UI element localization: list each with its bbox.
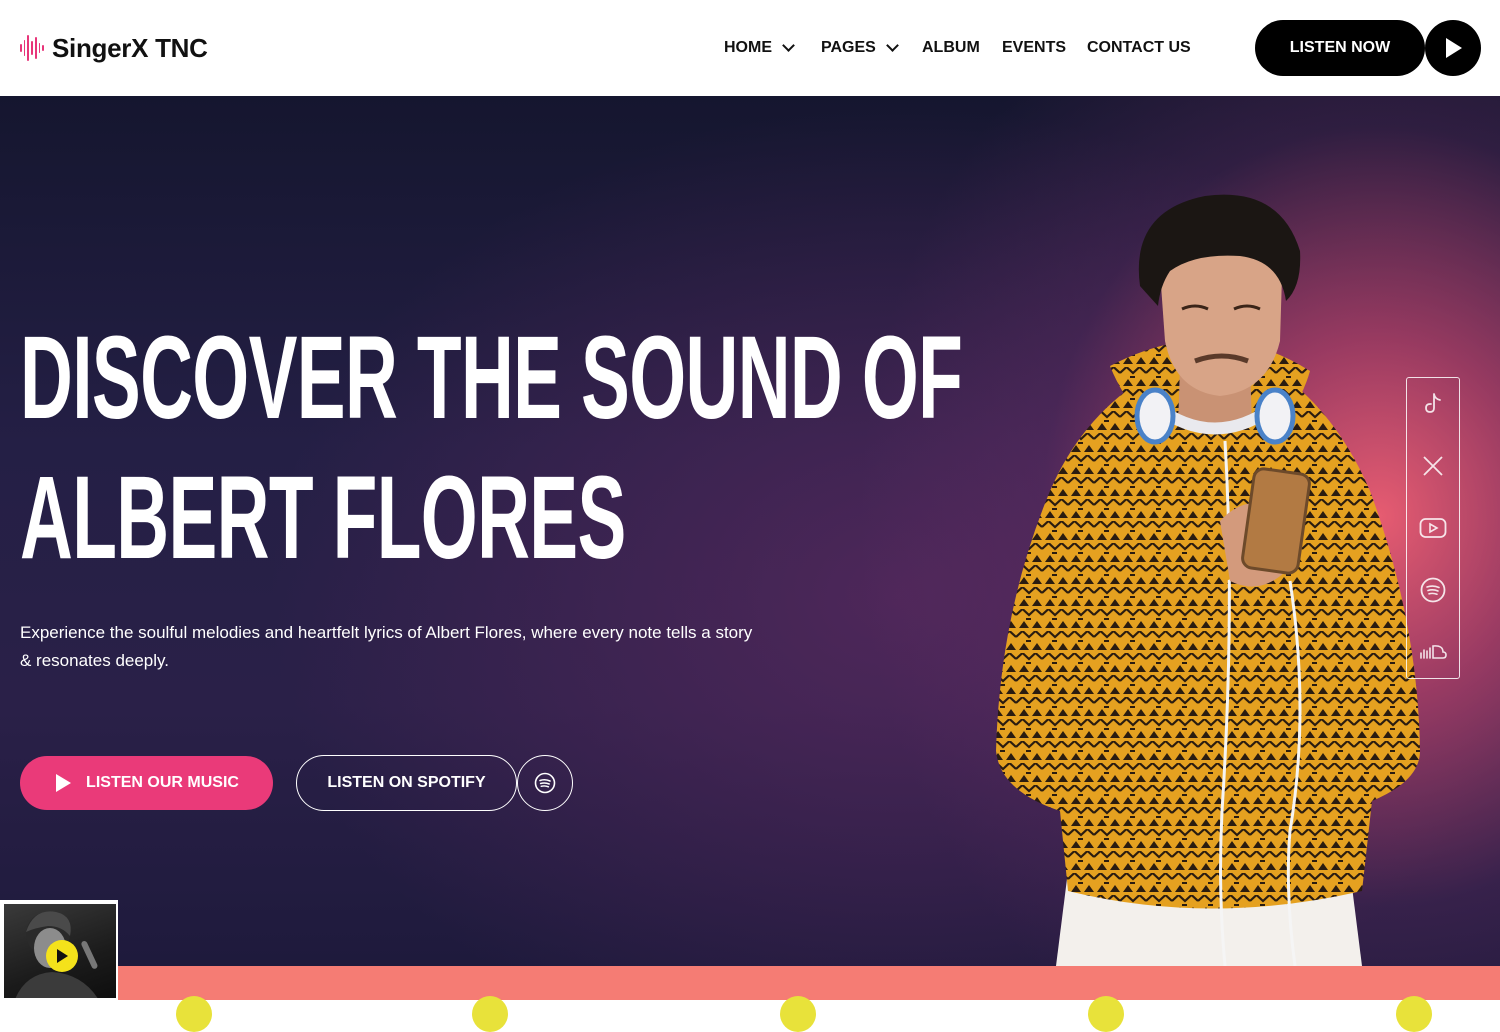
hero-title-line2: ALBERT FLORES (20, 452, 626, 584)
listen-our-music-button[interactable]: LISTEN OUR MUSIC (20, 756, 273, 810)
hero-title-line1: DISCOVER THE SOUND OF (20, 312, 963, 444)
spotify-icon (534, 772, 556, 794)
hero-person-image (996, 194, 1420, 966)
feature-icon (1396, 996, 1432, 1032)
site-header: SingerX TNC HOME PAGES ALBUM EVENTS CONT… (0, 0, 1500, 96)
tiktok-icon[interactable] (1419, 390, 1447, 418)
spotify-button[interactable] (517, 755, 573, 811)
listen-now-button[interactable]: LISTEN NOW (1255, 20, 1425, 76)
nav-item-label: PAGES (821, 39, 876, 56)
x-icon[interactable] (1419, 452, 1447, 480)
nav-item-label: CONTACT US (1087, 39, 1191, 56)
listen-our-music-label: LISTEN OUR MUSIC (86, 774, 239, 791)
play-icon (57, 949, 68, 963)
youtube-icon[interactable] (1419, 514, 1447, 542)
feature-icon (472, 996, 508, 1032)
nav-item-events[interactable]: EVENTS (1002, 39, 1087, 57)
main-nav: HOME PAGES ALBUM EVENTS CONTACT US (724, 38, 1191, 58)
hero-section: DISCOVER THE SOUND OF ALBERT FLORES Expe… (0, 96, 1500, 966)
bottom-feature-strip (118, 966, 1500, 1032)
mini-player-play-button[interactable] (46, 940, 78, 972)
mini-player[interactable] (0, 900, 118, 1000)
nav-item-contact[interactable]: CONTACT US (1087, 39, 1191, 57)
listen-on-spotify-label: LISTEN ON SPOTIFY (327, 774, 486, 791)
social-links-bar (1406, 377, 1460, 679)
nav-item-label: EVENTS (1002, 39, 1067, 56)
nav-item-album[interactable]: ALBUM (922, 39, 1002, 57)
play-button[interactable] (1425, 20, 1481, 76)
nav-item-home[interactable]: HOME (724, 39, 821, 57)
soundcloud-icon[interactable] (1419, 638, 1447, 666)
chevron-down-icon (885, 39, 899, 52)
feature-icon (780, 996, 816, 1032)
feature-icon (176, 996, 212, 1032)
feature-icon (1088, 996, 1124, 1032)
play-icon (56, 774, 72, 792)
listen-on-spotify-button[interactable]: LISTEN ON SPOTIFY (296, 755, 517, 811)
soundwave-logo-icon (20, 33, 45, 63)
nav-item-label: HOME (724, 39, 772, 56)
hero-title: DISCOVER THE SOUND OF ALBERT FLORES (20, 308, 963, 588)
spotify-icon[interactable] (1419, 576, 1447, 604)
play-icon (1446, 38, 1462, 58)
logo[interactable]: SingerX TNC (20, 30, 208, 66)
hero-subtitle: Experience the soulful melodies and hear… (20, 623, 753, 670)
logo-text: SingerX TNC (52, 32, 208, 63)
chevron-down-icon (782, 39, 795, 52)
nav-item-pages[interactable]: PAGES (821, 39, 922, 57)
nav-item-label: ALBUM (922, 39, 980, 56)
